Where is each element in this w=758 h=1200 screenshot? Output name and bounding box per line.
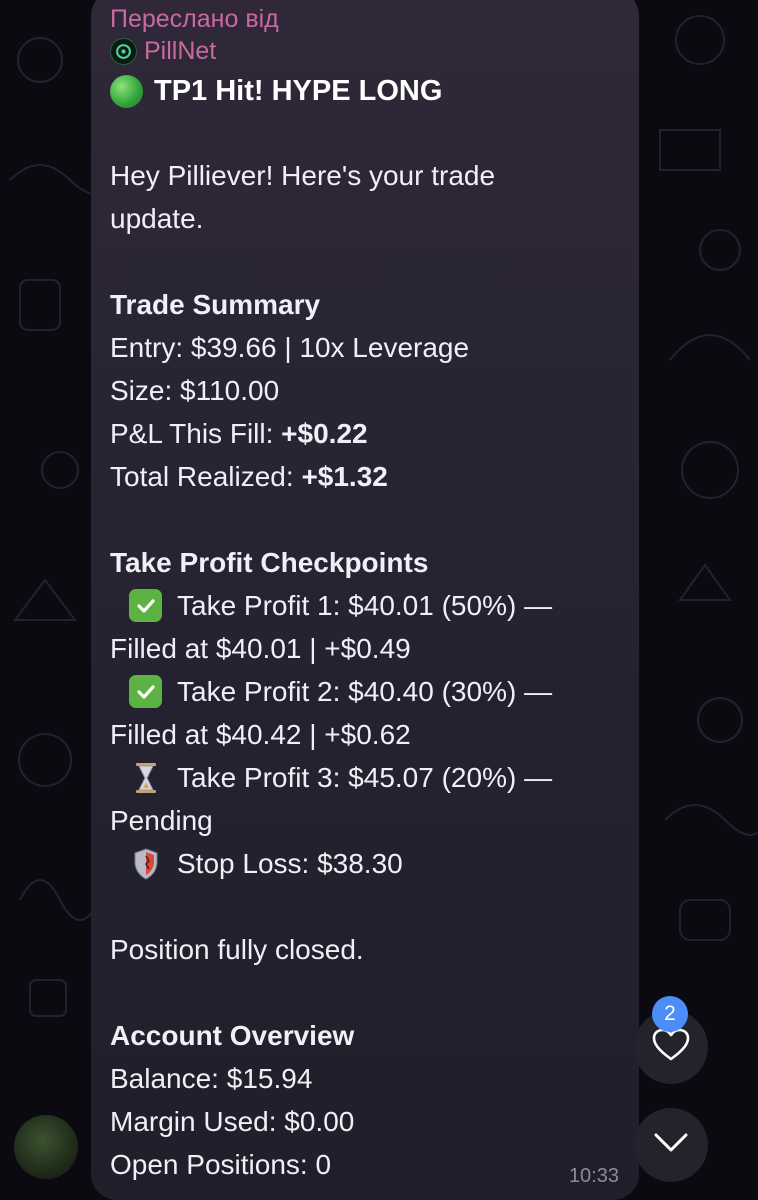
check-mark-icon xyxy=(129,675,162,708)
realized-value: +$1.32 xyxy=(301,461,388,492)
stop-loss-text: Stop Loss: $38.30 xyxy=(177,848,403,879)
message-time: 10:33 xyxy=(568,1165,619,1187)
forwarded-source-name[interactable]: PillNet xyxy=(144,37,216,66)
tp1-text: Take Profit 1: $40.01 (50%) — xyxy=(177,590,553,621)
open-positions-line: Open Positions: 0 xyxy=(110,1149,332,1180)
stop-loss-line: Stop Loss: $38.30 xyxy=(110,842,630,885)
message-content: Переслано від PillNet TP1 Hit! HYPE LONG… xyxy=(110,2,630,1186)
entry-line: Entry: $39.66 | 10x Leverage xyxy=(110,332,470,363)
tp3-text: Take Profit 3: $45.07 (20%) — xyxy=(177,762,553,793)
realized-label: Total Realized: xyxy=(110,461,302,492)
realized-line: Total Realized: +$1.32 xyxy=(110,455,630,498)
tp2-line: Take Profit 2: $40.40 (30%) — xyxy=(110,670,630,713)
tp2-filled-line: Filled at $40.42 | +$0.62 xyxy=(110,719,411,750)
pillnet-avatar-icon xyxy=(110,37,137,65)
tp1-filled-line: Filled at $40.01 | +$0.49 xyxy=(110,633,411,664)
message-bubble[interactable]: Переслано від PillNet TP1 Hit! HYPE LONG… xyxy=(91,0,639,1200)
chevron-down-icon xyxy=(653,1132,689,1159)
pnl-line: P&L This Fill: +$0.22 xyxy=(110,412,630,455)
forwarded-source[interactable]: PillNet xyxy=(110,36,630,66)
tp1-line: Take Profit 1: $40.01 (50%) — xyxy=(110,584,630,627)
heart-icon xyxy=(652,1028,690,1067)
tp3-line: Take Profit 3: $45.07 (20%) — xyxy=(110,756,630,799)
margin-line: Margin Used: $0.00 xyxy=(110,1106,355,1137)
tp3-pending-line: Pending xyxy=(110,805,213,836)
greeting-line-1: Hey Pilliever! Here's your trade xyxy=(110,160,496,191)
position-status: Position fully closed. xyxy=(110,934,364,965)
green-circle-icon xyxy=(110,74,143,108)
message-title-row: TP1 Hit! HYPE LONG xyxy=(110,71,630,111)
sender-avatar[interactable] xyxy=(14,1115,78,1179)
size-line: Size: $110.00 xyxy=(110,375,280,406)
message-title: TP1 Hit! HYPE LONG xyxy=(154,74,443,107)
tp2-text: Take Profit 2: $40.40 (30%) — xyxy=(177,676,553,707)
forwarded-label: Переслано від xyxy=(110,5,279,33)
greeting-line-2: update. xyxy=(110,203,204,234)
checkpoints-heading: Take Profit Checkpoints xyxy=(110,547,429,578)
pnl-label: P&L This Fill: xyxy=(110,418,282,449)
shield-icon xyxy=(129,847,162,880)
pnl-value: +$0.22 xyxy=(281,418,368,449)
scroll-down-button[interactable] xyxy=(634,1108,708,1182)
account-heading: Account Overview xyxy=(110,1020,355,1051)
trade-summary-heading: Trade Summary xyxy=(110,289,321,320)
check-mark-icon xyxy=(129,589,162,622)
balance-line: Balance: $15.94 xyxy=(110,1063,313,1094)
hourglass-icon xyxy=(129,761,162,794)
reaction-count-badge: 2 xyxy=(652,996,688,1032)
